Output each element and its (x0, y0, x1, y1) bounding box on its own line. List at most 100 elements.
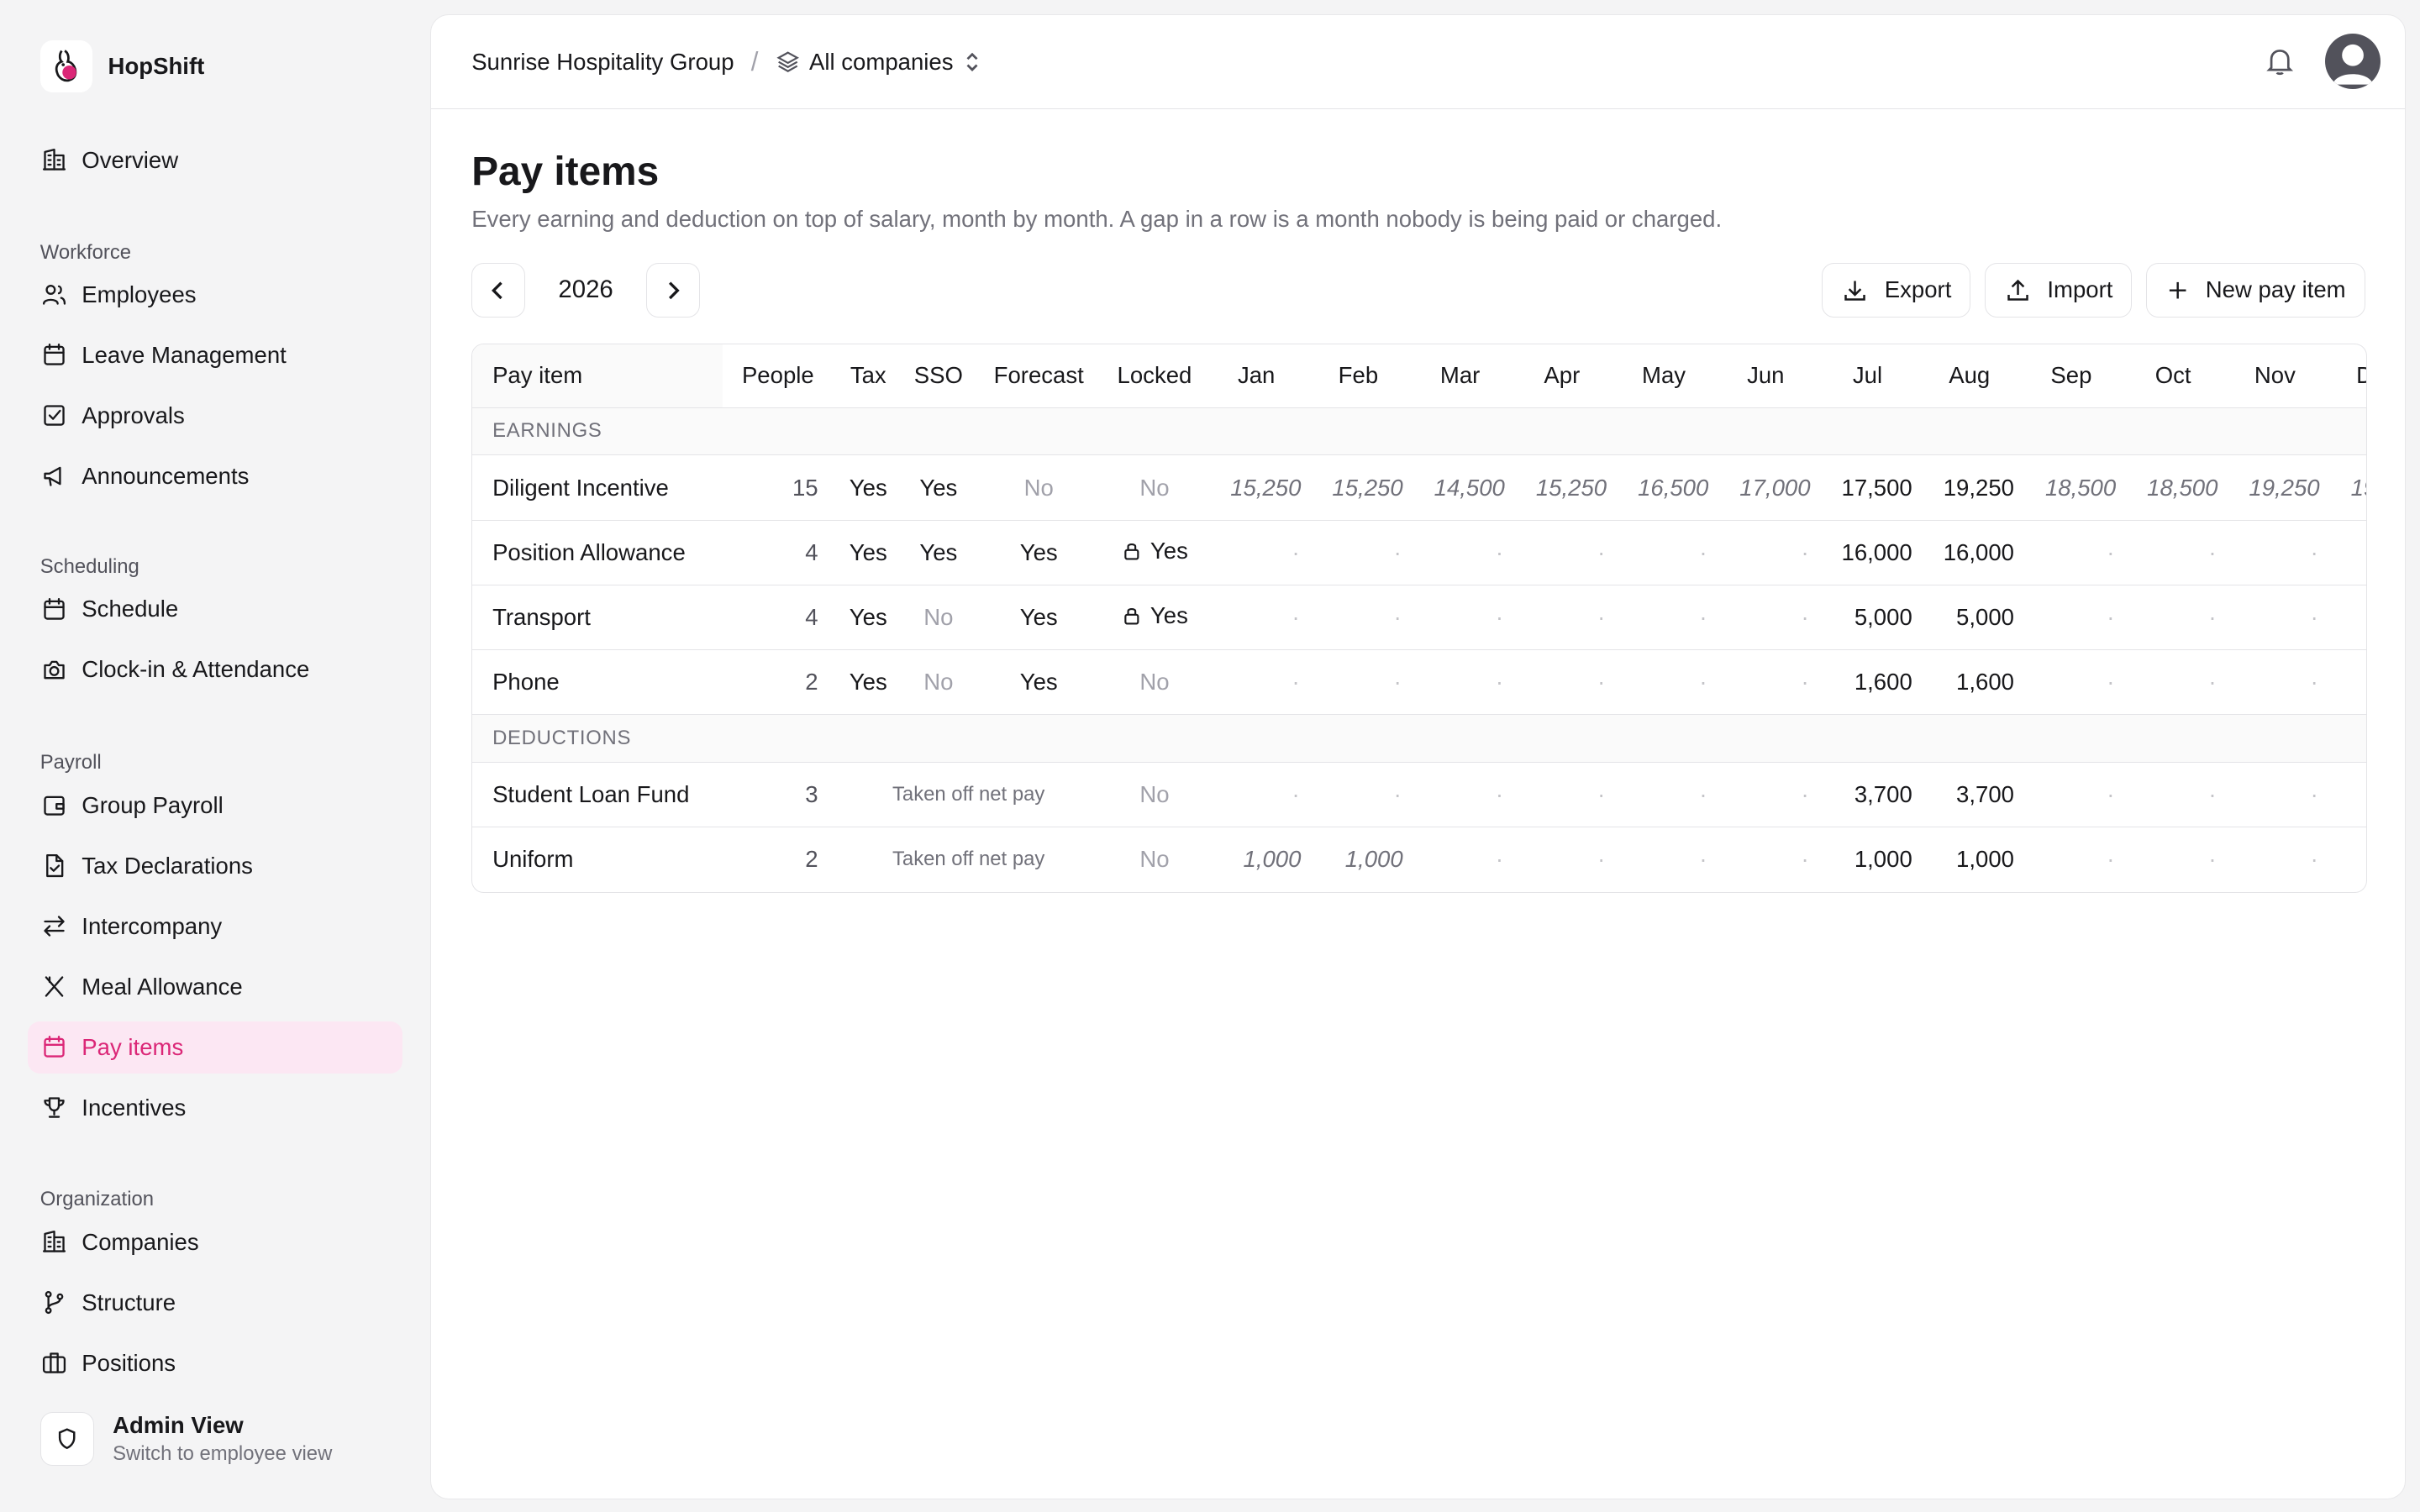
month-cell[interactable]: · (1714, 649, 1817, 716)
column-header-apr[interactable]: Apr (1511, 344, 1613, 408)
month-cell[interactable]: 3,700 (1816, 762, 1919, 828)
month-cell[interactable]: · (2020, 585, 2123, 650)
pay-item-name[interactable]: Transport (472, 585, 723, 650)
column-header-dec[interactable]: Dec (2325, 344, 2366, 408)
month-cell[interactable]: 1,000 (1918, 827, 2020, 892)
month-cell[interactable]: 15,250 (1511, 454, 1613, 521)
sidebar-item-intercompany[interactable]: Intercompany (28, 900, 402, 953)
month-cell[interactable]: · (1714, 762, 1817, 828)
month-cell[interactable]: · (2325, 762, 2366, 828)
admin-view-switch[interactable]: Admin View Switch to employee view (39, 1411, 332, 1466)
month-cell[interactable]: · (1409, 827, 1511, 892)
month-cell[interactable]: · (2326, 827, 2366, 892)
month-cell[interactable]: · (1307, 762, 1410, 828)
sidebar-item-leave-management[interactable]: Leave Management (28, 329, 402, 381)
sidebar-item-employees[interactable]: Employees (28, 269, 402, 321)
month-cell[interactable]: · (1612, 827, 1714, 892)
column-header-forecast[interactable]: Forecast (974, 344, 1104, 408)
column-header-pay-item[interactable]: Pay item (472, 344, 723, 408)
month-cell[interactable]: 1,000 (1817, 827, 1918, 892)
month-cell[interactable]: · (2223, 649, 2326, 716)
month-cell[interactable]: · (1511, 762, 1613, 828)
month-cell[interactable]: · (1511, 827, 1612, 892)
sidebar-item-overview[interactable]: Overview (28, 134, 402, 186)
table-row[interactable]: Transport 4 Yes No Yes Yes · · · · · · 5,000 5,000 · · ·… (472, 585, 2366, 650)
table-row[interactable]: Position Allowance 4 Yes Yes Yes Yes · · · · · · 16,… (472, 520, 2366, 585)
next-year-button[interactable] (645, 263, 700, 318)
month-cell[interactable]: · (2123, 827, 2224, 892)
month-cell[interactable]: · (1307, 585, 1410, 650)
column-header-people[interactable]: People (722, 344, 834, 408)
month-cell[interactable]: 18,500 (2122, 454, 2224, 521)
table-row[interactable]: Phone2YesNoYesNo······1,6001,600···· (472, 649, 2366, 716)
month-cell[interactable]: · (1511, 649, 1613, 716)
sidebar-item-approvals[interactable]: Approvals (28, 390, 402, 442)
month-cell[interactable]: · (1715, 827, 1817, 892)
org-name[interactable]: Sunrise Hospitality Group (471, 49, 734, 76)
month-cell[interactable]: · (2122, 585, 2224, 650)
brand[interactable]: HopShift (39, 39, 204, 93)
month-cell[interactable]: 19,250 (1918, 454, 2021, 521)
month-cell[interactable]: · (2122, 762, 2224, 828)
month-cell[interactable]: · (1714, 520, 1817, 585)
column-header-feb[interactable]: Feb (1307, 344, 1410, 408)
month-cell[interactable]: · (1409, 649, 1512, 716)
month-cell[interactable]: 15,250 (1205, 454, 1307, 521)
company-switcher[interactable]: All companies (776, 49, 981, 76)
month-cell[interactable]: · (2223, 585, 2326, 650)
month-cell[interactable]: 3,700 (1918, 762, 2021, 828)
pay-item-name[interactable]: Diligent Incentive (472, 454, 723, 521)
month-cell[interactable]: 18,500 (2020, 454, 2123, 521)
pay-item-name[interactable]: Uniform (472, 827, 723, 892)
month-cell[interactable]: · (1612, 649, 1715, 716)
month-cell[interactable]: 5,000 (1816, 585, 1919, 650)
month-cell[interactable]: · (1612, 520, 1715, 585)
month-cell[interactable]: 16,000 (1816, 520, 1919, 585)
month-cell[interactable]: 19,250 (2223, 454, 2326, 521)
sidebar-item-incentives[interactable]: Incentives (28, 1082, 402, 1134)
month-cell[interactable]: · (2020, 827, 2122, 892)
sidebar-item-announcements[interactable]: Announcements (28, 450, 402, 502)
sidebar-item-meal-allowance[interactable]: Meal Allowance (28, 961, 402, 1013)
month-cell[interactable]: · (1307, 520, 1410, 585)
month-cell[interactable]: · (1409, 585, 1512, 650)
column-header-mar[interactable]: Mar (1409, 344, 1512, 408)
month-cell[interactable]: 5,000 (1918, 585, 2021, 650)
sidebar-item-positions[interactable]: Positions (28, 1336, 402, 1389)
new-pay-item-button[interactable]: New pay item (2145, 263, 2365, 318)
sidebar-item-tax-declarations[interactable]: Tax Declarations (28, 840, 402, 892)
month-cell[interactable]: 16,500 (1612, 454, 1715, 521)
month-cell[interactable]: 1,600 (1816, 649, 1919, 716)
month-cell[interactable]: 15,250 (1307, 454, 1410, 521)
month-cell[interactable]: · (2224, 827, 2326, 892)
month-cell[interactable]: 1,000 (1307, 827, 1409, 892)
export-button[interactable]: Export (1822, 263, 1971, 318)
month-cell[interactable]: · (1409, 520, 1512, 585)
month-cell[interactable]: · (1205, 649, 1307, 716)
month-cell[interactable]: 14,500 (1409, 454, 1512, 521)
column-header-aug[interactable]: Aug (1918, 344, 2021, 408)
column-header-oct[interactable]: Oct (2122, 344, 2224, 408)
month-cell[interactable]: · (1307, 649, 1410, 716)
column-header-tax[interactable]: Tax (833, 344, 903, 408)
month-cell[interactable]: · (2223, 762, 2326, 828)
month-cell[interactable]: · (2122, 520, 2224, 585)
sidebar-item-structure[interactable]: Structure (28, 1276, 402, 1328)
pay-item-name[interactable]: Phone (472, 649, 723, 716)
month-cell[interactable]: 17,500 (1816, 454, 1919, 521)
month-cell[interactable]: · (1205, 585, 1307, 650)
month-cell[interactable]: · (1612, 585, 1715, 650)
column-header-may[interactable]: May (1612, 344, 1715, 408)
month-cell[interactable]: · (2223, 520, 2326, 585)
pay-item-name[interactable]: Position Allowance (472, 520, 723, 585)
month-cell[interactable]: · (2325, 585, 2366, 650)
import-button[interactable]: Import (1984, 263, 2133, 318)
month-cell[interactable]: · (2325, 649, 2366, 716)
month-cell[interactable]: · (1205, 762, 1307, 828)
column-header-sso[interactable]: SSO (902, 344, 975, 408)
month-cell[interactable]: · (2020, 649, 2123, 716)
month-cell[interactable]: 1,000 (1206, 827, 1307, 892)
sidebar-item-companies[interactable]: Companies (28, 1215, 402, 1268)
month-cell[interactable]: 17,000 (1714, 454, 1817, 521)
table-row[interactable]: Uniform 2 Taken off net pay No 1,000 1,000 · · ·… (472, 827, 2366, 892)
